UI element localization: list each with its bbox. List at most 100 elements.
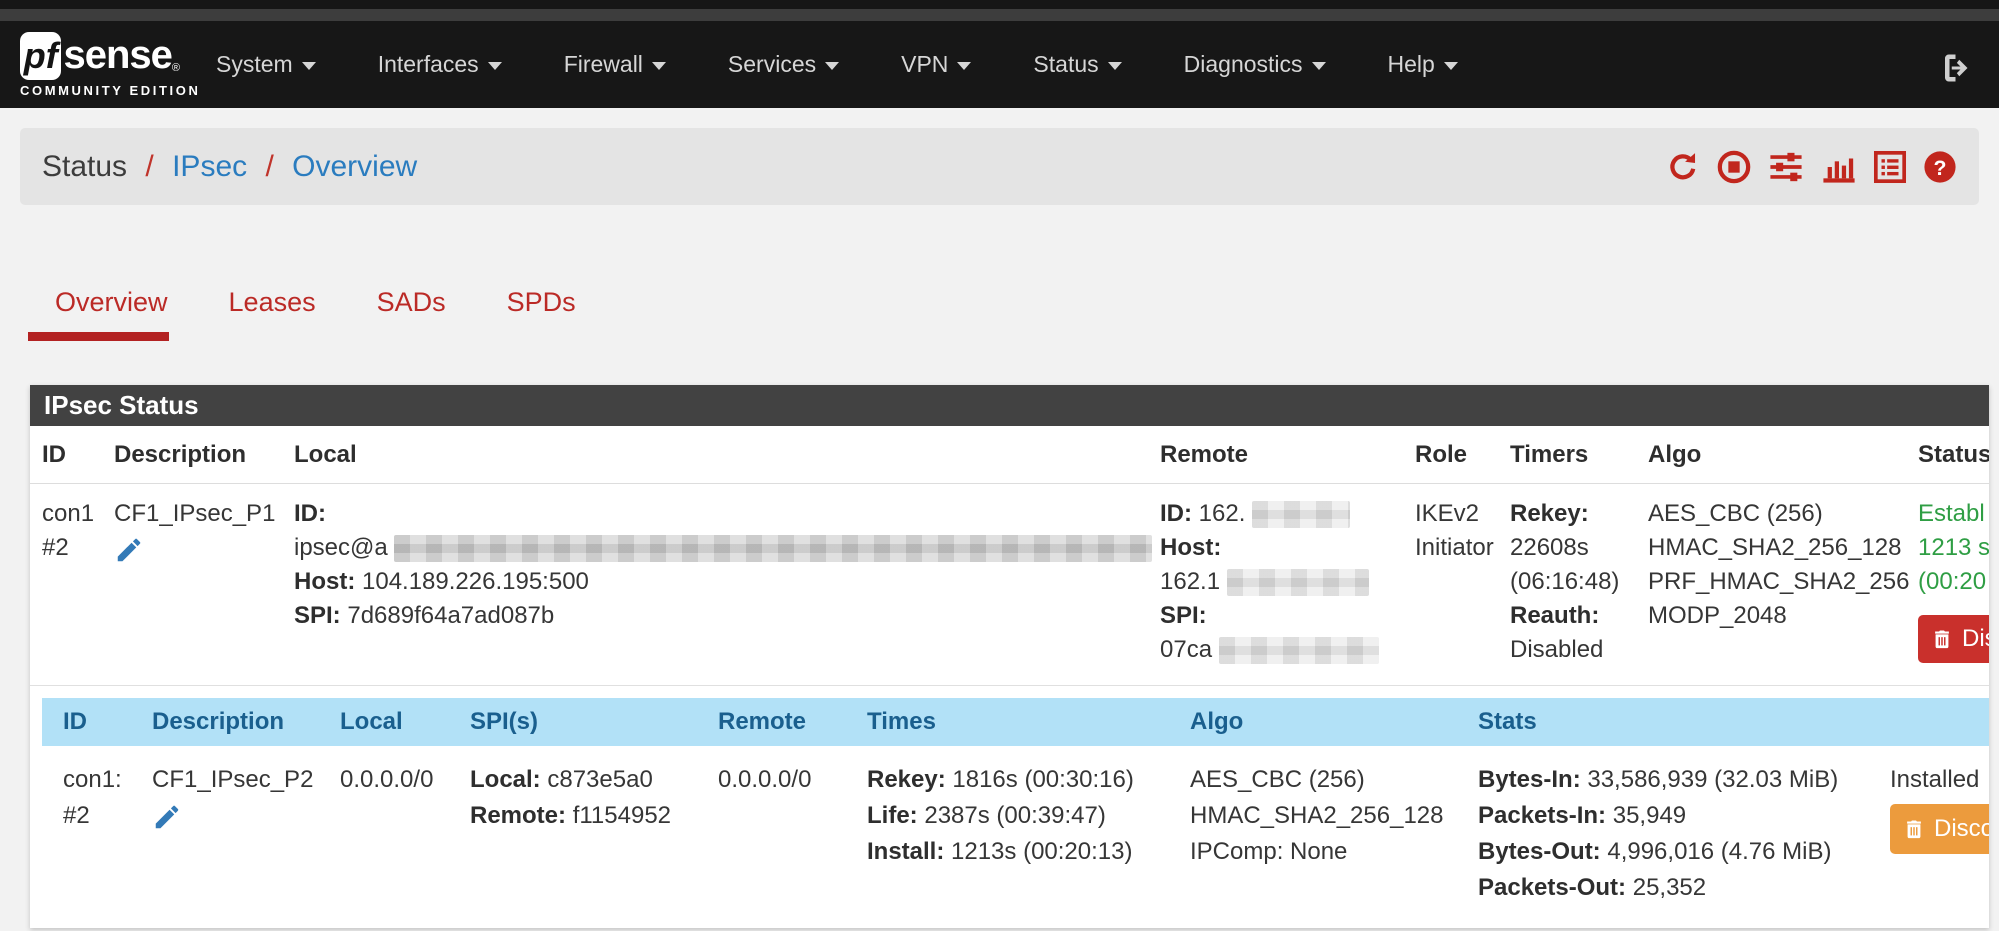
local-spi-value: 7d689f64a7ad087b xyxy=(347,602,554,629)
pfsense-logo[interactable]: pf sense ® COMMUNITY EDITION xyxy=(20,32,180,98)
col-header-times: Times xyxy=(846,698,1169,746)
nav-item-firewall[interactable]: Firewall xyxy=(564,51,666,78)
nav-item-system[interactable]: System xyxy=(216,51,316,78)
role-type: Initiator xyxy=(1415,531,1510,565)
cell-algo: AES_CBC (256) HMAC_SHA2_256_128 PRF_HMAC… xyxy=(1648,484,1918,683)
sliders-icon[interactable] xyxy=(1767,150,1805,184)
nav-item-vpn[interactable]: VPN xyxy=(901,51,971,78)
stop-icon[interactable] xyxy=(1717,150,1751,184)
spi-remote-value: f1154952 xyxy=(573,802,671,829)
nav-item-diagnostics[interactable]: Diagnostics xyxy=(1184,51,1326,78)
nav-item-label: Services xyxy=(728,51,816,78)
pfsense-logo-top: pf sense ® xyxy=(20,32,180,80)
chevron-down-icon xyxy=(957,62,971,70)
ike-id-number: #2 xyxy=(42,531,114,565)
col-header-remote: Remote xyxy=(1160,426,1415,483)
tab-leases[interactable]: Leases xyxy=(229,262,316,350)
trash-icon xyxy=(1903,817,1925,841)
remote-spi-value: 07ca xyxy=(1160,636,1212,663)
breadcrumb-bar: Status / IPsec / Overview xyxy=(20,128,1979,205)
tab-sads[interactable]: SADs xyxy=(377,262,446,350)
breadcrumb-link-overview[interactable]: Overview xyxy=(292,150,417,183)
nav-item-label: Status xyxy=(1033,51,1098,78)
cell-status: Establ 1213 s (00:20 Dis xyxy=(1918,484,1989,683)
nav-item-services[interactable]: Services xyxy=(728,51,839,78)
redacted-local-id xyxy=(394,535,1152,562)
nav-item-interfaces[interactable]: Interfaces xyxy=(378,51,502,78)
disconnect-button[interactable]: Dis xyxy=(1918,615,1989,663)
remote-host-label: Host: xyxy=(1160,534,1221,561)
child-description: CF1_IPsec_P2 xyxy=(152,762,319,798)
help-icon[interactable]: ? xyxy=(1923,150,1957,184)
algo-encryption: AES_CBC (256) xyxy=(1190,762,1457,798)
bar-chart-icon[interactable] xyxy=(1821,150,1857,184)
cell-remote: 0.0.0.0/0 xyxy=(697,746,846,916)
nav-item-help[interactable]: Help xyxy=(1388,51,1458,78)
redacted-remote-host xyxy=(1227,569,1369,596)
nav-item-status[interactable]: Status xyxy=(1033,51,1121,78)
remote-host-value: 162.1 xyxy=(1160,568,1220,595)
cell-description: CF1_IPsec_P2 xyxy=(131,746,319,916)
window-top-strip xyxy=(0,0,1999,9)
nav-item-label: VPN xyxy=(901,51,948,78)
col-header-spis: SPI(s) xyxy=(449,698,697,746)
active-tab-indicator xyxy=(28,332,169,341)
ipsec-tabs: Overview Leases SADs SPDs xyxy=(0,262,637,350)
refresh-icon[interactable] xyxy=(1665,150,1701,184)
reauth-label: Reauth: xyxy=(1510,599,1648,633)
redacted-remote-id xyxy=(1252,501,1350,528)
local-spi-label: SPI: xyxy=(294,602,341,629)
edit-icon[interactable] xyxy=(152,802,182,832)
local-host-label: Host: xyxy=(294,568,355,595)
local-host-value: 104.189.226.195:500 xyxy=(362,568,589,595)
nav-menu: System Interfaces Firewall Services VPN … xyxy=(216,51,1520,78)
pf-logo-badge: pf xyxy=(20,32,61,80)
rekey-label: Rekey: xyxy=(867,766,946,793)
tab-spds[interactable]: SPDs xyxy=(507,262,576,350)
child-id: con1: xyxy=(63,762,131,798)
packets-out-label: Packets-Out: xyxy=(1478,874,1626,901)
algo-integrity: HMAC_SHA2_256_128 xyxy=(1190,798,1457,834)
cell-actions: Installed Disco xyxy=(1869,746,1989,916)
disconnect-button-label: Dis xyxy=(1962,622,1989,656)
algo-encryption: AES_CBC (256) xyxy=(1648,497,1918,531)
col-header-id: ID xyxy=(42,698,131,746)
install-label: Install: xyxy=(867,838,944,865)
nav-item-label: Diagnostics xyxy=(1184,51,1303,78)
algo-ipcomp: IPComp: None xyxy=(1190,834,1457,870)
col-header-id: ID xyxy=(42,426,114,483)
ike-table-header-row: ID Description Local Remote Role Timers … xyxy=(30,426,1989,484)
disconnect-button-label: Disco xyxy=(1934,811,1989,847)
col-header-status: Status xyxy=(1918,426,1989,483)
col-header-algo: Algo xyxy=(1648,426,1918,483)
spi-local-value: c873e5a0 xyxy=(547,766,652,793)
edit-icon[interactable] xyxy=(114,535,144,565)
chevron-down-icon xyxy=(1108,62,1122,70)
packets-out-value: 25,352 xyxy=(1633,874,1706,901)
child-sa-row: con1: #2 CF1_IPsec_P2 0.0.0.0/0 Local: c… xyxy=(42,746,1989,916)
packets-in-label: Packets-In: xyxy=(1478,802,1606,829)
chevron-down-icon xyxy=(652,62,666,70)
spi-remote-label: Remote: xyxy=(470,802,566,829)
disconnect-child-button[interactable]: Disco xyxy=(1890,804,1989,854)
reauth-value: Disabled xyxy=(1510,633,1648,667)
rekey-label: Rekey: xyxy=(1510,497,1648,531)
nav-item-label: Interfaces xyxy=(378,51,479,78)
status-seconds: 1213 s xyxy=(1918,531,1989,565)
chevron-down-icon xyxy=(1312,62,1326,70)
child-sa-header-row: ID Description Local SPI(s) Remote Times… xyxy=(42,698,1989,746)
panel-title: IPsec Status xyxy=(30,385,1989,426)
sign-out-icon[interactable] xyxy=(1939,50,1975,86)
cell-id: con1 #2 xyxy=(42,484,114,683)
rekey-time: (06:16:48) xyxy=(1510,565,1648,599)
col-header-description: Description xyxy=(114,426,294,483)
col-header-remote: Remote xyxy=(697,698,846,746)
main-navbar: pf sense ® COMMUNITY EDITION System Inte… xyxy=(0,21,1999,108)
list-icon[interactable] xyxy=(1873,150,1907,184)
install-value: 1213s (00:20:13) xyxy=(951,838,1132,865)
cell-local: ID: ipsec@a Host: 104.189.226.195:500 SP… xyxy=(294,484,1160,683)
breadcrumb-link-ipsec[interactable]: IPsec xyxy=(172,150,247,183)
ike-description: CF1_IPsec_P1 xyxy=(114,497,294,531)
child-id-number: #2 xyxy=(63,798,131,834)
role-version: IKEv2 xyxy=(1415,497,1510,531)
